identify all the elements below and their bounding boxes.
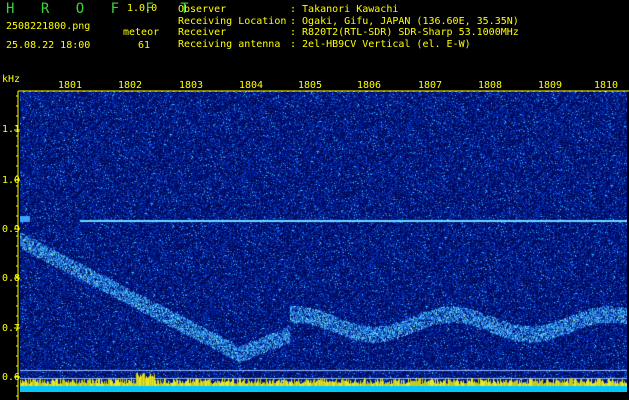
spectrogram-canvas (20, 92, 627, 392)
spectrogram-plot (20, 92, 627, 392)
